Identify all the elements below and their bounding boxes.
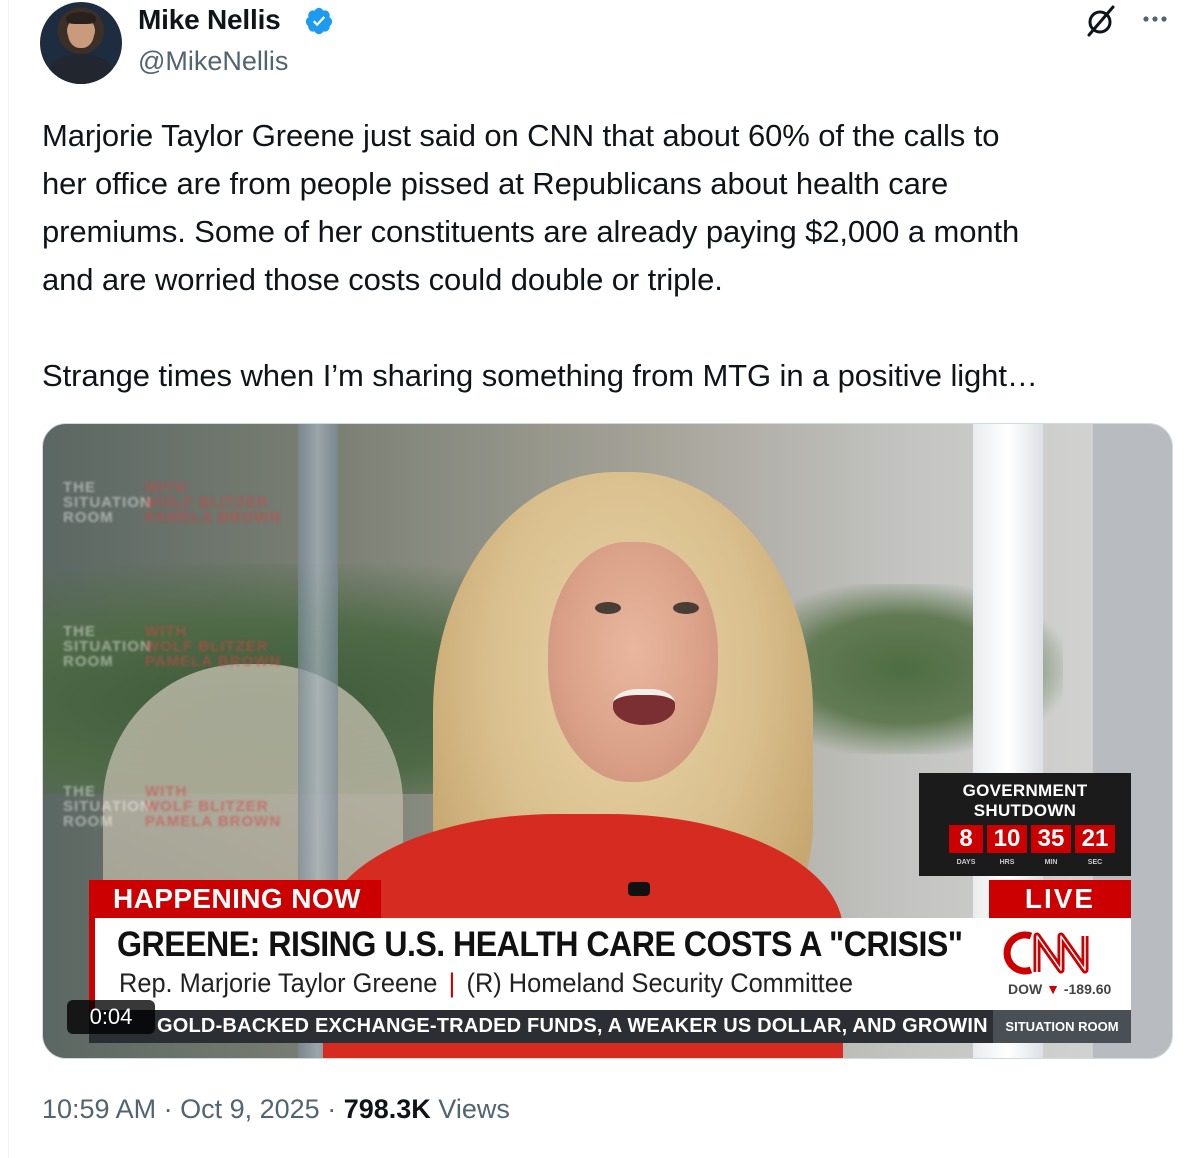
tweet-time[interactable]: 10:59 AM [42,1094,156,1124]
counter-label: DAYS [956,859,976,866]
shutdown-countdown: GOVERNMENT SHUTDOWN 8 10 35 21 DAYS HRS … [919,773,1131,876]
set-logo-watermark: THE SITUATION ROOM [63,623,152,670]
shutdown-title: GOVERNMENT SHUTDOWN [962,781,1088,820]
counter-hours: 10 [987,825,1027,853]
live-badge: LIVE [989,880,1131,918]
dow-label: DOW [1008,981,1043,997]
meta-separator: · [163,1094,181,1124]
speaker-mouth [613,689,675,725]
chyron-subhead: Rep. Marjorie Taylor Greene | (R) Homeland… [119,966,853,1000]
author-handle[interactable]: @MikeNellis [138,46,288,77]
counter-label: MIN [1044,859,1058,866]
avatar[interactable] [40,2,122,84]
views-label: Views [438,1094,510,1124]
counter-days: 8 [949,825,983,853]
set-logo-watermark: THE SITUATION ROOM [63,479,152,526]
timeline-border [8,0,9,1158]
tweet-date[interactable]: Oct 9, 2025 [180,1094,320,1124]
speaker-eye [595,602,621,614]
chyron-separator: | [448,968,456,998]
ticker-text: GOLD-BACKED EXCHANGE-TRADED FUNDS, A WEA… [157,1015,987,1037]
lapel-mic [628,882,650,896]
dow-indicator: DOW ▼ -189.60 [1008,981,1111,997]
counter-label: HRS [999,859,1015,866]
counter-label: SEC [1087,859,1103,866]
video-player[interactable]: THE SITUATION ROOM WITH WOLF BLITZER PAMELA … [42,423,1173,1059]
avatar-shirt [48,54,114,84]
speaker-eye [673,602,699,614]
author-display-name[interactable]: Mike Nellis [138,4,281,36]
dow-change: -189.60 [1063,981,1112,997]
verified-badge-icon[interactable] [304,6,334,36]
more-icon[interactable] [1140,4,1170,34]
grok-icon[interactable] [1084,4,1118,38]
set-logo-watermark: THE SITUATION ROOM [63,783,152,830]
cnn-logo-icon [1003,931,1089,975]
tweet-text: Marjorie Taylor Greene just said on CNN … [42,118,1038,393]
happening-now-banner: HAPPENING NOW [89,880,381,918]
set-logo-watermark: WITH WOLF BLITZER PAMELA BROWN [145,783,282,830]
news-ticker: GOLD-BACKED EXCHANGE-TRADED FUNDS, A WEA… [89,1010,1131,1043]
views-count[interactable]: 798.3K [344,1094,431,1124]
meta-separator: · [327,1094,344,1124]
ticker-brand: SITUATION ROOM [993,1010,1131,1043]
chyron-headline: GREENE: RISING U.S. HEALTH CARE COSTS A … [117,925,963,964]
tweet-meta: 10:59 AM · Oct 9, 2025 · 798.3K Views [42,1094,510,1125]
chyron-subhead-role: (R) Homeland Security Committee [466,968,853,998]
chyron-subhead-name: Rep. Marjorie Taylor Greene [119,968,438,998]
video-time-badge: 0:04 [67,1000,155,1034]
avatar-hair [66,12,96,24]
set-logo-watermark: WITH WOLF BLITZER PAMELA BROWN [145,623,282,670]
counter-minutes: 35 [1031,825,1071,853]
chyron: GREENE: RISING U.S. HEALTH CARE COSTS A … [89,918,1131,1010]
speaker-face [548,542,718,782]
down-arrow-icon: ▼ [1046,981,1060,997]
counter-seconds: 21 [1075,825,1115,853]
set-logo-watermark: WITH WOLF BLITZER PAMELA BROWN [145,479,282,526]
